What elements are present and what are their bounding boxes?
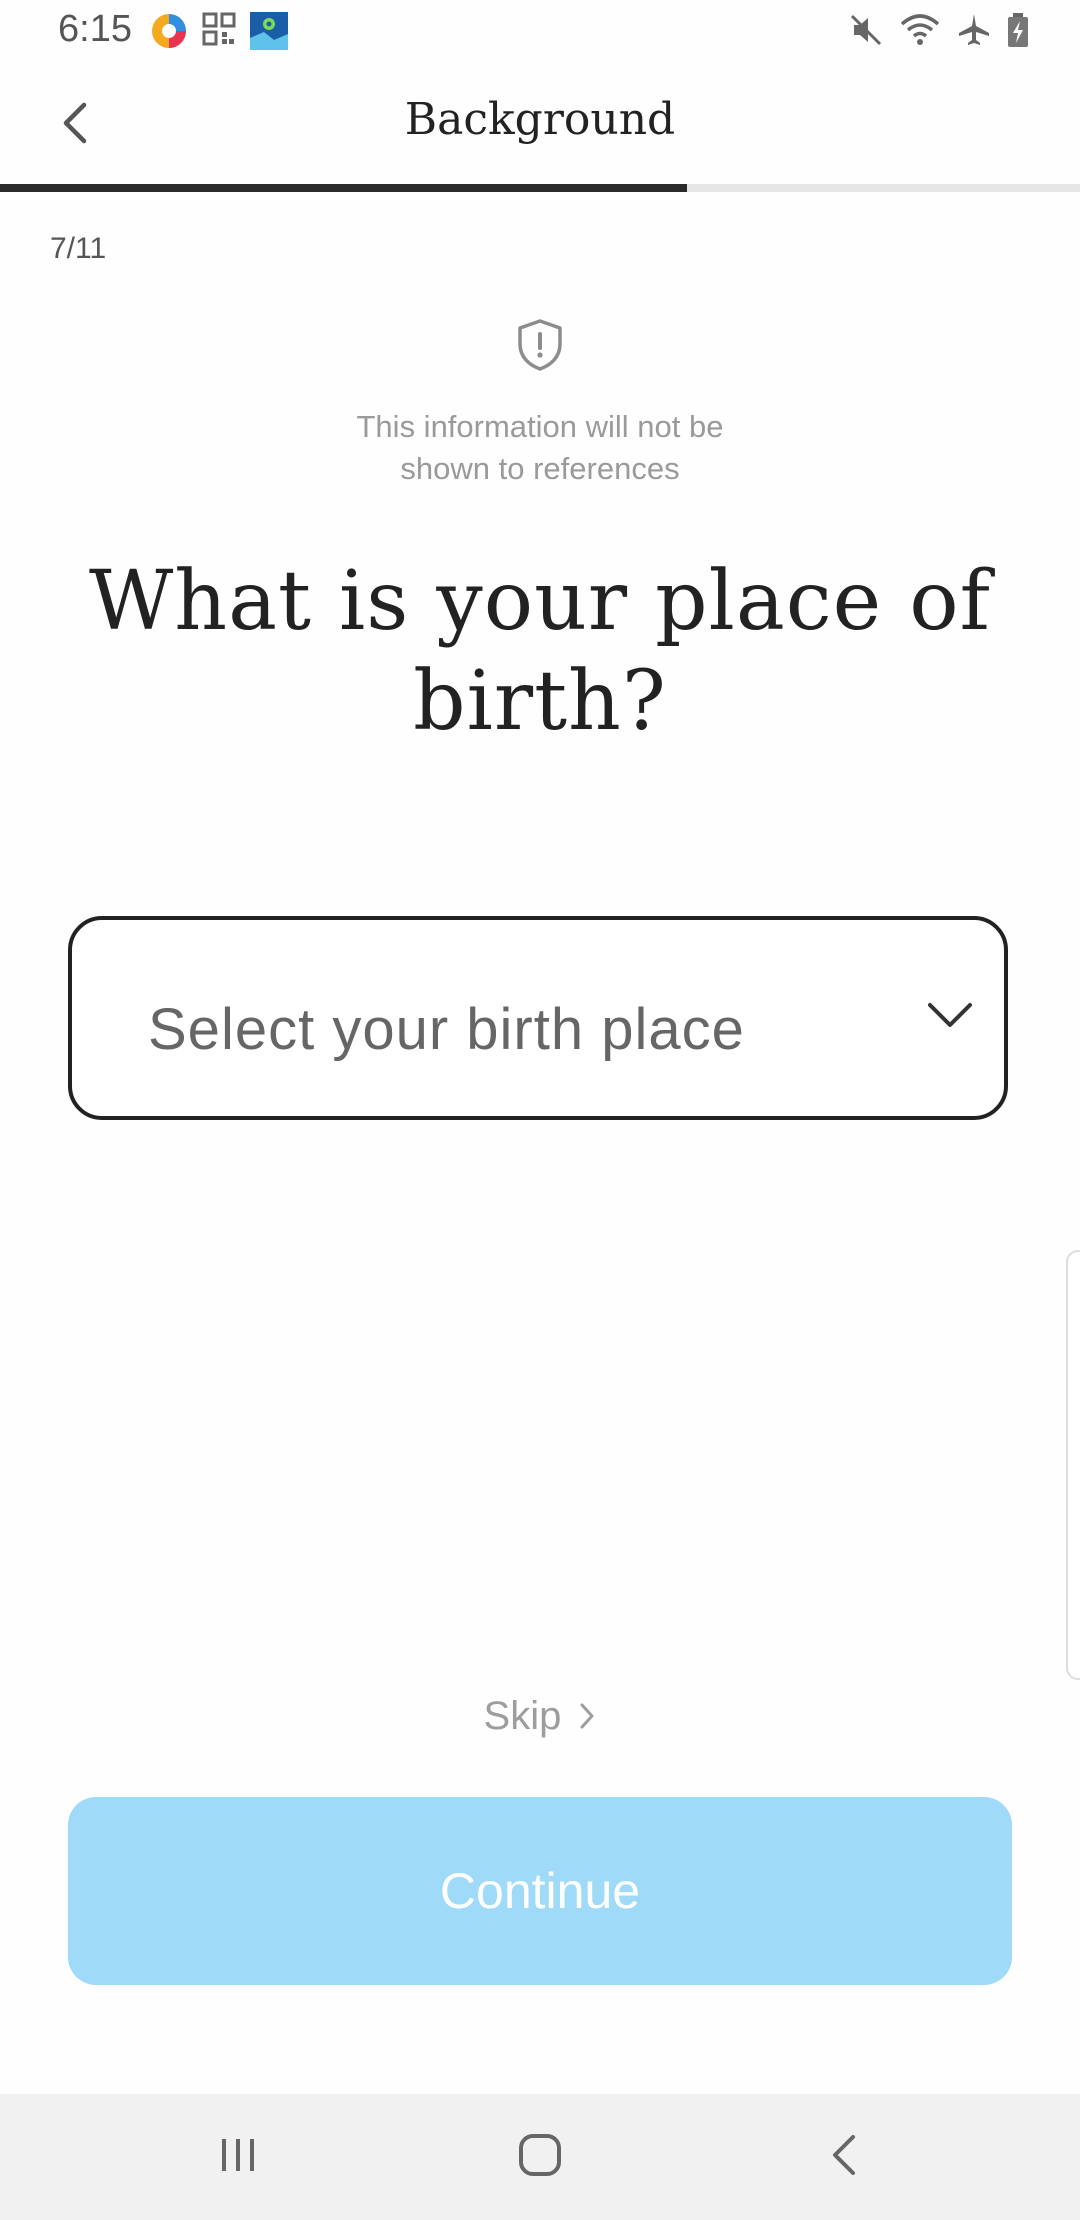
home-icon <box>517 2132 563 2183</box>
question-line2: birth? <box>413 654 667 749</box>
back-icon <box>829 2133 859 2182</box>
privacy-note-line2: shown to references <box>400 451 680 486</box>
progress-fill <box>0 184 687 192</box>
skip-label: Skip <box>483 1694 562 1738</box>
nav-back-button[interactable] <box>804 2124 884 2190</box>
page-title: Background <box>404 94 676 145</box>
recents-icon <box>216 2135 260 2180</box>
browser-app-icon <box>150 12 188 50</box>
status-indicators <box>848 12 1030 53</box>
qr-code-icon <box>202 12 240 50</box>
shield-alert-icon <box>515 318 565 372</box>
airplane-mode-icon <box>956 12 992 53</box>
skip-button[interactable]: Skip <box>0 1694 1080 1741</box>
wifi-icon <box>898 12 942 53</box>
progress-bar <box>0 184 1080 192</box>
privacy-note-line1: This information will not be <box>356 409 724 444</box>
continue-button[interactable]: Continue <box>68 1797 1012 1985</box>
edge-panel-handle[interactable] <box>1066 1250 1080 1680</box>
status-bar: 6:15 <box>0 0 1080 62</box>
mute-icon <box>848 12 884 53</box>
home-button[interactable] <box>500 2124 580 2190</box>
system-nav-bar <box>0 2094 1080 2220</box>
birth-place-placeholder: Select your birth place <box>148 997 745 1062</box>
chevron-down-icon <box>926 1000 974 1030</box>
chevron-right-icon <box>578 1696 596 1741</box>
question-line1: What is your place of <box>89 554 991 649</box>
maps-app-icon <box>250 12 288 50</box>
privacy-note: This information will not be shown to re… <box>0 406 1080 490</box>
recents-button[interactable] <box>198 2124 278 2190</box>
screen: 6:15 Background 7/11 This information wi… <box>0 0 1080 2220</box>
birth-place-select[interactable]: Select your birth place <box>68 916 1008 1120</box>
step-counter: 7/11 <box>50 232 107 265</box>
question-heading: What is your place of birth? <box>80 552 1000 752</box>
status-time: 6:15 <box>58 8 132 50</box>
battery-charging-icon <box>1006 12 1030 53</box>
app-bar: Background <box>0 62 1080 188</box>
